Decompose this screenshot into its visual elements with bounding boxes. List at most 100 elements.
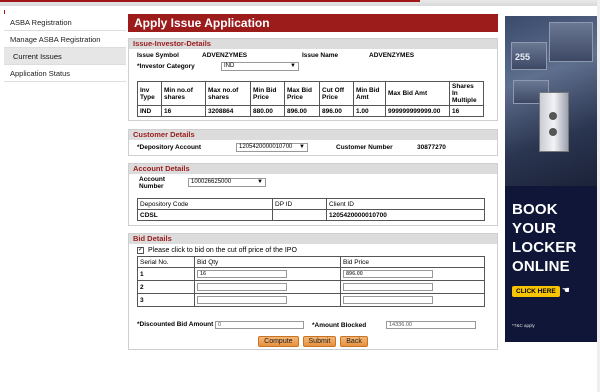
compute-button[interactable]: Compute: [258, 336, 299, 347]
depository-account-label: *Depository Account: [137, 144, 202, 151]
locker-door: [549, 22, 593, 62]
cutoff-label: Please click to bid on the cut off price…: [148, 247, 297, 254]
bid-price-input[interactable]: [343, 296, 433, 304]
top-accent-line: [0, 0, 420, 2]
ad-headline-line: ONLINE: [512, 258, 570, 275]
nav-asba-registration[interactable]: ASBA Registration: [4, 14, 126, 31]
table-header: Cut Off Price: [319, 81, 354, 106]
investor-category-label: *Investor Category: [137, 63, 195, 70]
table-row: 2: [137, 280, 485, 294]
ad-headline-line: LOCKER: [512, 239, 577, 256]
table-header: DP ID: [272, 198, 327, 210]
depository-table: Depository Code DP ID Client ID CDSL 120…: [137, 198, 485, 221]
open-locker-door: [539, 92, 569, 152]
nav-application-status[interactable]: Application Status: [4, 65, 126, 82]
table-header: Max Bid Amt: [385, 81, 450, 106]
bid-serial: 3: [137, 293, 195, 307]
table-header: Min Bid Amt: [353, 81, 386, 106]
page-title: Apply Issue Application: [128, 14, 498, 32]
investor-category-select[interactable]: IND ▼: [221, 62, 299, 71]
bid-serial: 1: [137, 267, 195, 281]
main-content: Apply Issue Application Issue-Investor-D…: [128, 14, 498, 350]
action-buttons: Compute Submit Back: [129, 336, 497, 347]
locker-image: 255: [505, 16, 598, 186]
section-header: Customer Details: [129, 130, 497, 140]
customer-section: Customer Details *Depository Account 120…: [128, 129, 498, 156]
bid-section: Bid Details ✓ Please click to bid on the…: [128, 233, 498, 350]
table-header: Bid Price: [340, 256, 485, 268]
bid-qty-input[interactable]: [197, 283, 287, 291]
chevron-down-icon: ▼: [299, 144, 305, 150]
customer-number-value: 30877270: [417, 144, 446, 151]
locker-keyhole-icon: [549, 112, 557, 120]
table-cell: CDSL: [137, 209, 273, 221]
issue-limits-table: Inv Type Min no.of shares Max no.of shar…: [137, 81, 484, 117]
chevron-down-icon: ▼: [257, 179, 263, 185]
table-cell: 16: [161, 105, 206, 117]
account-section: Account Details Account Number 100026625…: [128, 163, 498, 226]
chevron-down-icon: ▼: [290, 63, 296, 69]
ad-headline-line: YOUR: [512, 220, 557, 237]
submit-button[interactable]: Submit: [302, 336, 337, 347]
table-header: Client ID: [326, 198, 485, 210]
discounted-amount-label: *Discounted Bid Amount: [137, 321, 214, 328]
table-cell: 880.00: [250, 105, 285, 117]
hand-pointer-icon: ☚: [561, 285, 570, 295]
left-navigation: ASBA Registration Manage ASBA Registrati…: [4, 14, 126, 82]
table-header: Max no.of shares: [205, 81, 251, 106]
amount-blocked-label: *Amount Blocked: [312, 321, 367, 329]
table-header: Max Bid Price: [284, 81, 320, 106]
table-header: Bid Qty: [194, 256, 341, 268]
issue-name-value: ADVENZYMES: [369, 52, 415, 59]
ad-headline: BOOK YOUR LOCKER ONLINE: [512, 200, 591, 276]
cutoff-checkbox[interactable]: ✓: [137, 247, 144, 254]
table-cell: 1.00: [353, 105, 386, 117]
table-header: Serial No.: [137, 256, 195, 268]
nav-current-issues[interactable]: Current Issues: [4, 48, 126, 65]
investor-category-value: IND: [224, 63, 235, 69]
section-header: Bid Details: [129, 234, 497, 244]
table-header: Min Bid Price: [250, 81, 285, 106]
bid-price-input[interactable]: 896.00: [343, 270, 433, 278]
section-header: Account Details: [129, 164, 497, 174]
issue-symbol-label: Issue Symbol: [137, 52, 179, 59]
table-cell: 16: [449, 105, 484, 117]
bid-qty-input[interactable]: [197, 296, 287, 304]
bid-price-input[interactable]: [343, 283, 433, 291]
locker-keyhole-icon: [549, 128, 557, 136]
table-header: Depository Code: [137, 198, 273, 210]
table-cell: 896.00: [319, 105, 354, 117]
issue-name-label: Issue Name: [302, 52, 339, 59]
depository-account-select[interactable]: 1205420000010700 ▼: [236, 143, 308, 152]
locker-number: 255: [515, 52, 531, 62]
terms-note: *T&C apply: [512, 323, 535, 328]
table-header: Inv Type: [137, 81, 162, 106]
table-cell: 3208864: [205, 105, 251, 117]
account-number-select[interactable]: 100026625000 ▼: [188, 178, 266, 187]
table-cell: 1205420000010700: [326, 209, 485, 221]
bid-qty-input[interactable]: 16: [197, 270, 287, 278]
customer-number-label: Customer Number: [336, 144, 393, 151]
issue-investor-section: Issue-Investor-Details Issue Symbol ADVE…: [128, 38, 498, 121]
click-here-button[interactable]: CLICK HERE: [512, 286, 560, 297]
depository-account-value: 1205420000010700: [239, 144, 293, 150]
locker-advertisement[interactable]: 255 BOOK YOUR LOCKER ONLINE CLICK HERE ☚…: [505, 16, 598, 342]
table-row: 3: [137, 293, 485, 307]
table-header: Min no.of shares: [161, 81, 206, 106]
table-cell: 896.00: [284, 105, 320, 117]
issue-symbol-value: ADVENZYMES: [202, 52, 248, 59]
table-cell: [272, 209, 327, 221]
ad-headline-line: BOOK: [512, 201, 558, 218]
table-cell: 999999999999.00: [385, 105, 450, 117]
nav-manage-asba-registration[interactable]: Manage ASBA Registration: [4, 31, 126, 48]
table-row: 1 16 896.00: [137, 267, 485, 281]
account-number-label: Account Number: [139, 175, 165, 190]
table-header: Shares In Multiple: [449, 81, 484, 106]
amount-blocked-input[interactable]: 14336.00: [386, 321, 476, 329]
bid-serial: 2: [137, 280, 195, 294]
ad-text-panel: BOOK YOUR LOCKER ONLINE CLICK HERE ☚ *T&…: [505, 186, 598, 342]
bid-table: Serial No. Bid Qty Bid Price 1 16 896.00…: [137, 256, 485, 307]
back-button[interactable]: Back: [340, 336, 368, 347]
discounted-amount-input[interactable]: 0: [215, 321, 304, 329]
account-number-value: 100026625000: [191, 179, 232, 185]
